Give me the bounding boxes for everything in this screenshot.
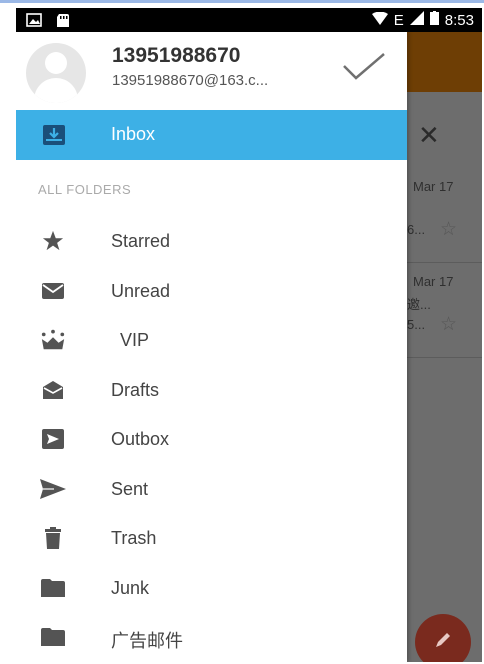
window-top-border [0, 0, 484, 3]
drafts-icon [40, 378, 66, 402]
mail-date: Mar 17 [413, 274, 454, 289]
star-outline-icon[interactable]: ☆ [440, 313, 457, 336]
list-divider [407, 357, 482, 358]
navigation-drawer: 13951988670 13951988670@163.c... Inbox A… [16, 32, 407, 662]
folder-item-ads[interactable]: 广告邮件 [16, 614, 407, 660]
account-header[interactable]: 13951988670 13951988670@163.c... [16, 32, 407, 110]
status-right-icons: E 8:53 [371, 11, 474, 29]
folder-label: Starred [111, 231, 171, 251]
folder-icon [40, 576, 66, 600]
compose-fab-button[interactable] [415, 614, 471, 662]
battery-icon [429, 11, 439, 29]
list-divider [407, 262, 482, 263]
folder-label: Unread [111, 281, 171, 301]
close-icon[interactable]: ✕ [418, 120, 440, 151]
inbox-icon [42, 124, 66, 151]
folder-label: VIP [120, 330, 150, 350]
folder-label: 广告邮件 [111, 631, 183, 651]
folder-item-trash[interactable]: Trash [16, 515, 407, 561]
account-name: 13951988670 [112, 44, 241, 67]
image-notification-icon [26, 13, 42, 32]
clock-time: 8:53 [444, 11, 474, 29]
mail-snippet: 6... [407, 222, 426, 237]
trash-icon [40, 526, 66, 550]
section-title-all-folders: ALL FOLDERS [38, 182, 132, 197]
checkmark-icon[interactable] [341, 52, 387, 87]
star-outline-icon[interactable]: ☆ [440, 218, 457, 241]
envelope-icon [40, 279, 66, 303]
folder-item-outbox[interactable]: Outbox [16, 416, 407, 462]
send-icon [40, 477, 66, 501]
crown-icon [40, 328, 66, 352]
folder-item-junk[interactable]: Junk [16, 565, 407, 611]
background-app-bar [407, 32, 482, 92]
folder-item-unread[interactable]: Unread [16, 268, 407, 314]
folder-label: Outbox [111, 429, 170, 449]
wifi-icon [371, 11, 388, 29]
mail-snippet: 5... [407, 317, 426, 332]
folder-label: Sent [111, 479, 149, 499]
status-bar: E 8:53 [16, 8, 482, 32]
folder-item-inbox[interactable]: Inbox [16, 110, 407, 160]
signal-icon [409, 11, 424, 29]
folder-icon [40, 625, 66, 649]
sd-card-icon [56, 13, 70, 32]
folder-label-inbox: Inbox [111, 124, 156, 144]
mail-date: Mar 17 [413, 179, 454, 194]
folder-item-starred[interactable]: Starred [16, 218, 407, 264]
account-email: 13951988670@163.c... [112, 72, 269, 89]
phone-screen: E 8:53 ✕ Mar 17 6... ☆ Mar 17 邀... 5... … [16, 8, 482, 662]
folder-item-drafts[interactable]: Drafts [16, 367, 407, 413]
outbox-icon [40, 427, 66, 451]
folder-item-vip[interactable]: VIP [16, 317, 407, 363]
folder-label: Trash [111, 528, 157, 548]
star-icon [40, 229, 66, 253]
network-type-label: E [393, 11, 404, 29]
status-left-icons [26, 13, 70, 32]
avatar[interactable] [26, 43, 86, 103]
folder-item-sent[interactable]: Sent [16, 466, 407, 512]
folder-label: Drafts [111, 380, 160, 400]
folder-label: Junk [111, 578, 150, 598]
mail-snippet-top: 邀... [407, 297, 431, 312]
pencil-icon [433, 630, 453, 655]
background-content [407, 92, 482, 662]
